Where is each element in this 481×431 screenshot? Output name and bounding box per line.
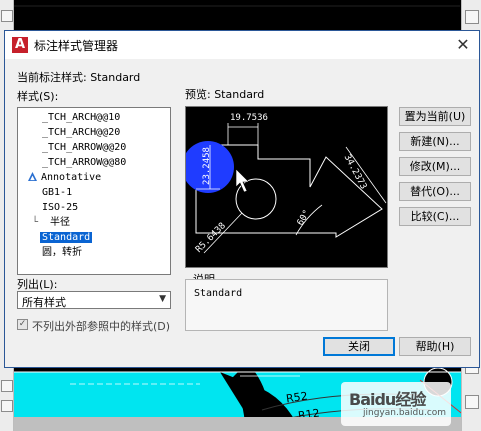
compare-style-button[interactable]: 比较(C)...	[399, 207, 471, 226]
current-style-label: 当前标注样式: Standard	[17, 71, 141, 84]
close-button[interactable]: 关闭	[323, 337, 395, 356]
style-item[interactable]: GB1-1	[42, 185, 72, 200]
toolbar-tool-icon[interactable]	[465, 395, 479, 409]
style-item[interactable]: _TCH_ARROW@@20	[42, 140, 126, 155]
style-item[interactable]: _TCH_ARROW@@80	[42, 155, 126, 170]
modify-style-button[interactable]: 修改(M)...	[399, 157, 471, 176]
style-item[interactable]: ISO-25	[42, 200, 78, 215]
toolbar-tool-icon[interactable]	[1, 10, 13, 22]
list-filter-value: 所有样式	[22, 296, 66, 309]
style-item[interactable]: └ 半径	[32, 215, 70, 230]
preview-dim-top: 19.7536	[230, 113, 268, 123]
exclude-xref-checkbox[interactable]: ✓	[17, 319, 28, 330]
chevron-down-icon: ▼	[159, 294, 166, 304]
styles-label: 样式(S):	[17, 90, 59, 103]
style-item-selected[interactable]: Standard	[40, 230, 93, 245]
override-style-button[interactable]: 替代(O)...	[399, 182, 471, 201]
help-button[interactable]: 帮助(H)	[399, 337, 471, 356]
description-box: Standard	[185, 279, 388, 331]
style-preview: 19.7536 23.2458 34.2373 60° R5.6438	[185, 106, 388, 268]
new-style-button[interactable]: 新建(N)...	[399, 132, 471, 151]
preview-label: 预览: Standard	[185, 88, 265, 101]
close-icon[interactable]: ✕	[453, 35, 473, 55]
watermark-brand: Baidu经验	[349, 390, 426, 409]
toolbar-tool-icon[interactable]	[1, 380, 13, 392]
style-item[interactable]: _TCH_ARCH@@20	[42, 125, 120, 140]
list-filter-select[interactable]: 所有样式 ▼	[17, 291, 171, 309]
autocad-logo-icon: A	[12, 37, 28, 53]
set-current-button[interactable]: 置为当前(U)	[399, 107, 471, 126]
toolbar-tool-icon[interactable]	[1, 400, 13, 412]
mouse-cursor-icon	[235, 168, 250, 193]
exclude-xref-label: 不列出外部参照中的样式(D)	[32, 320, 171, 333]
tree-branch-icon: └	[32, 217, 39, 228]
annotative-icon	[28, 172, 37, 181]
dim-style-manager-dialog: A 标注样式管理器 ✕ 当前标注样式: Standard 样式(S): _TCH…	[4, 30, 480, 368]
preview-dim-left: 23.2458	[201, 147, 212, 185]
style-item[interactable]: _TCH_ARCH@@10	[42, 110, 120, 125]
dialog-titlebar[interactable]: A 标注样式管理器 ✕	[5, 31, 479, 59]
watermark-url: jingyan.baidu.com	[363, 408, 447, 418]
watermark-logo: Baidu经验 jingyan.baidu.com	[341, 382, 451, 426]
toolbar-tool-icon[interactable]	[465, 10, 479, 24]
style-item[interactable]: 圆，转折	[42, 245, 82, 260]
list-label: 列出(L):	[17, 278, 58, 291]
description-value: Standard	[194, 288, 243, 299]
style-item[interactable]: Annotative	[28, 170, 101, 185]
dialog-title: 标注样式管理器	[34, 39, 119, 53]
styles-list[interactable]: _TCH_ARCH@@10 _TCH_ARCH@@20 _TCH_ARROW@@…	[17, 107, 171, 275]
